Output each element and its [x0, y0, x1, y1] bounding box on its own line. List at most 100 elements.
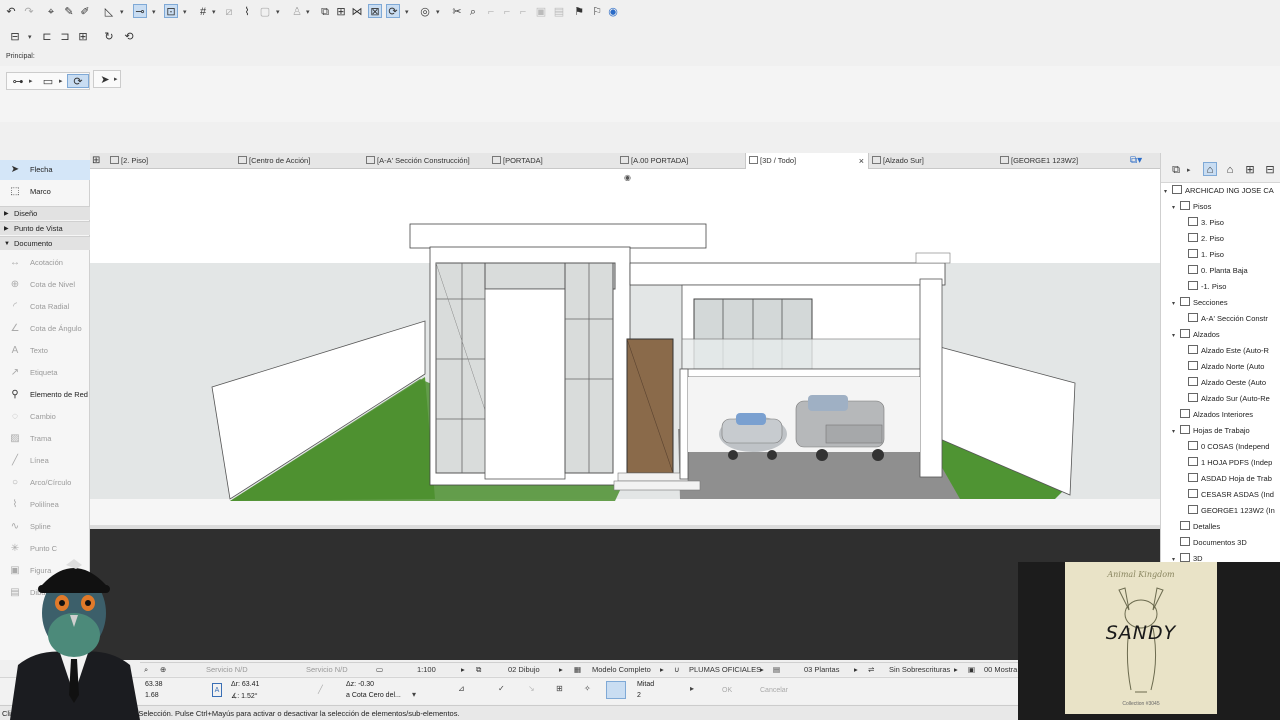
merge-icon[interactable]: ▤ — [552, 5, 566, 19]
tool-elemento-de-red[interactable]: ⚲ Elemento de Red — [0, 385, 90, 405]
renovation-filter[interactable]: 00 Mostra — [984, 663, 1017, 677]
snap-icon[interactable]: ✧ — [584, 684, 591, 693]
snap-points-icon[interactable]: ⊡ — [164, 4, 178, 18]
undo-icon[interactable]: ↶ — [4, 5, 18, 19]
pencil-icon[interactable]: ╱ — [318, 685, 323, 694]
servicio-1[interactable]: Servicio N/D — [206, 663, 248, 677]
inject-icon[interactable]: ✐ — [78, 5, 92, 19]
chevron-down-icon[interactable]: ▾ — [212, 8, 216, 16]
nav-item-0-cosas[interactable]: 0 COSAS (Independ — [1188, 439, 1269, 455]
nav-item-hojas-de-trabajo[interactable]: ▾ Hojas de Trabajo — [1172, 423, 1250, 439]
tool-cota-de-nivel[interactable]: ⊕ Cota de Nivel — [0, 275, 90, 295]
snap-mode-value[interactable]: 2 — [637, 692, 641, 699]
eye-icon[interactable]: ◉ — [624, 173, 631, 182]
chevron-down-icon[interactable]: ▾ — [306, 8, 310, 16]
tab-3d-todo[interactable]: [3D / Todo] × — [745, 153, 869, 169]
section-diseno[interactable]: ▶ Diseño — [0, 206, 90, 220]
chevron-down-icon[interactable]: ▾ — [120, 8, 124, 16]
nav-item-alzado-norte[interactable]: Alzado Norte (Auto — [1188, 359, 1264, 375]
tab-portada[interactable]: [PORTADA] — [492, 153, 617, 169]
selection-mode-icon[interactable]: ⊶ — [11, 75, 25, 89]
chevron-right-icon[interactable]: ▸ — [660, 663, 664, 677]
snap-grid-icon[interactable]: ⊞ — [556, 684, 563, 693]
nav-item-alzado-sur[interactable]: Alzado Sur (Auto-Re — [1188, 391, 1270, 407]
tab-george1[interactable]: [GEORGE1 123W2] — [1000, 153, 1128, 169]
tool-cota-radial[interactable]: ◜ Cota Radial — [0, 297, 90, 317]
fillet-icon[interactable]: ⌐ — [484, 5, 498, 19]
nav-item-3-piso[interactable]: 3. Piso — [1188, 215, 1224, 231]
tool-acotacion[interactable]: ↔ Acotación — [0, 253, 90, 273]
nav-item-alzados-interiores[interactable]: Alzados Interiores — [1180, 407, 1253, 423]
lock-icon[interactable]: ♙ — [290, 5, 304, 19]
chevron-down-icon[interactable]: ▾ — [412, 690, 416, 699]
grid-icon[interactable]: # — [196, 5, 210, 19]
tool-flecha[interactable]: ➤ Flecha — [0, 160, 90, 180]
nav-item-documentos-3d[interactable]: Documentos 3D — [1180, 535, 1247, 551]
chevron-right-icon[interactable]: ▸ — [559, 663, 563, 677]
nav-item-secciones[interactable]: ▾ Secciones — [1172, 295, 1228, 311]
project-map-icon[interactable]: ⧉ — [1169, 163, 1183, 177]
organizer-icon[interactable]: ⊟ — [1263, 163, 1277, 177]
nav-item-asdad[interactable]: ASDAD Hoja de Trab — [1188, 471, 1272, 487]
check-icon[interactable]: ✓ — [498, 684, 505, 693]
tool-trama[interactable]: ▨ Trama — [0, 429, 90, 449]
chevron-right-icon[interactable]: ▸ — [59, 77, 63, 85]
relative-icon[interactable]: ↘ — [528, 684, 535, 693]
tool-texto[interactable]: A Texto — [0, 341, 90, 361]
suspend-groups-icon[interactable]: ⧄ — [222, 5, 236, 19]
tool-arco-circulo[interactable]: ○ Arco/Círculo — [0, 473, 90, 493]
settings-grid-icon[interactable]: ⊞ — [334, 5, 348, 19]
tab-centro-de-accion[interactable]: [Centro de Acción] — [238, 153, 363, 169]
tab-2-piso[interactable]: [2. Piso] — [110, 153, 230, 169]
tab-seccion-construccion[interactable]: [A-A' Sección Construcción] — [366, 153, 490, 169]
split-icon[interactable]: ✂ — [450, 5, 464, 19]
adjust-icon[interactable]: ⌕ — [466, 5, 480, 19]
nav-project-root[interactable]: ▾ ARCHICAD ING JOSE CA — [1164, 183, 1274, 199]
nav-item-detalles[interactable]: Detalles — [1180, 519, 1220, 535]
tool-etiqueta[interactable]: ↗ Etiqueta — [0, 363, 90, 383]
section-documento[interactable]: ▼ Documento — [0, 236, 90, 250]
scale-value[interactable]: 1:100 — [417, 663, 436, 677]
chevron-down-icon[interactable]: ▾ — [276, 8, 280, 16]
3d-cutaway-icon[interactable]: ⊠ — [368, 4, 382, 18]
refresh-icon[interactable]: ↻ — [102, 30, 116, 44]
model-view-option[interactable]: Modelo Completo — [592, 663, 651, 677]
eyedropper-icon[interactable]: ✎ — [62, 5, 76, 19]
elevation-icon[interactable]: ⊐ — [58, 30, 72, 44]
close-icon[interactable]: × — [859, 153, 864, 169]
tool-spline[interactable]: ∿ Spline — [0, 517, 90, 537]
tool-polilinea[interactable]: ⌇ Polilínea — [0, 495, 90, 515]
trace-icon[interactable]: ⌇ — [240, 5, 254, 19]
pick-up-icon[interactable]: ⌖ — [44, 5, 58, 19]
show-hide-icon[interactable]: ▢ — [258, 5, 272, 19]
chevron-right-icon[interactable]: ▸ — [760, 663, 764, 677]
coord-dz[interactable]: Δz: -0.30 — [346, 681, 374, 688]
tab-alzado-sur[interactable]: [Alzado Sur] — [872, 153, 998, 169]
tool-cota-de-angulo[interactable]: ∠ Cota de Ángulo — [0, 319, 90, 339]
graphic-override[interactable]: Sin Sobrescrituras — [889, 663, 950, 677]
chevron-right-icon[interactable]: ▸ — [1187, 166, 1191, 174]
tool-marco[interactable]: ⬚ Marco — [0, 182, 90, 202]
tool-linea[interactable]: ╱ Línea — [0, 451, 90, 471]
chevron-down-icon[interactable]: ▾ — [152, 8, 156, 16]
absolute-coord-icon[interactable]: A — [212, 683, 222, 697]
orbit-icon[interactable]: ⟳ — [386, 4, 400, 18]
nav-item-1-piso[interactable]: 1. Piso — [1188, 247, 1224, 263]
arrow-tool-icon[interactable]: ➤ — [98, 73, 112, 87]
section-punto-de-vista[interactable]: ▶ Punto de Vista — [0, 221, 90, 235]
ok-button[interactable]: OK — [722, 687, 732, 694]
cancel-button[interactable]: Cancelar — [760, 687, 788, 694]
guide-icon[interactable]: ⊿ — [458, 684, 465, 693]
nav-item-1-hoja-pdfs[interactable]: 1 HOJA PDFS (Indep — [1188, 455, 1272, 471]
chevron-right-icon[interactable]: ▸ — [690, 684, 694, 693]
explode-icon[interactable]: ▣ — [534, 5, 548, 19]
intersect-icon[interactable]: ⌐ — [516, 5, 530, 19]
check-flag-icon[interactable]: ⚐ — [590, 5, 604, 19]
snap-guides-icon[interactable]: ⊸ — [133, 4, 147, 18]
special-snap-icon[interactable] — [606, 681, 626, 699]
publisher-icon[interactable]: ⊞ — [1243, 163, 1257, 177]
coord-distance[interactable]: Δr: 63.41 — [231, 681, 259, 688]
view-map-icon[interactable]: ⌂ — [1203, 162, 1217, 176]
chevron-down-icon[interactable]: ▾ — [436, 8, 440, 16]
worksheet-icon[interactable]: ⊞ — [76, 30, 90, 44]
